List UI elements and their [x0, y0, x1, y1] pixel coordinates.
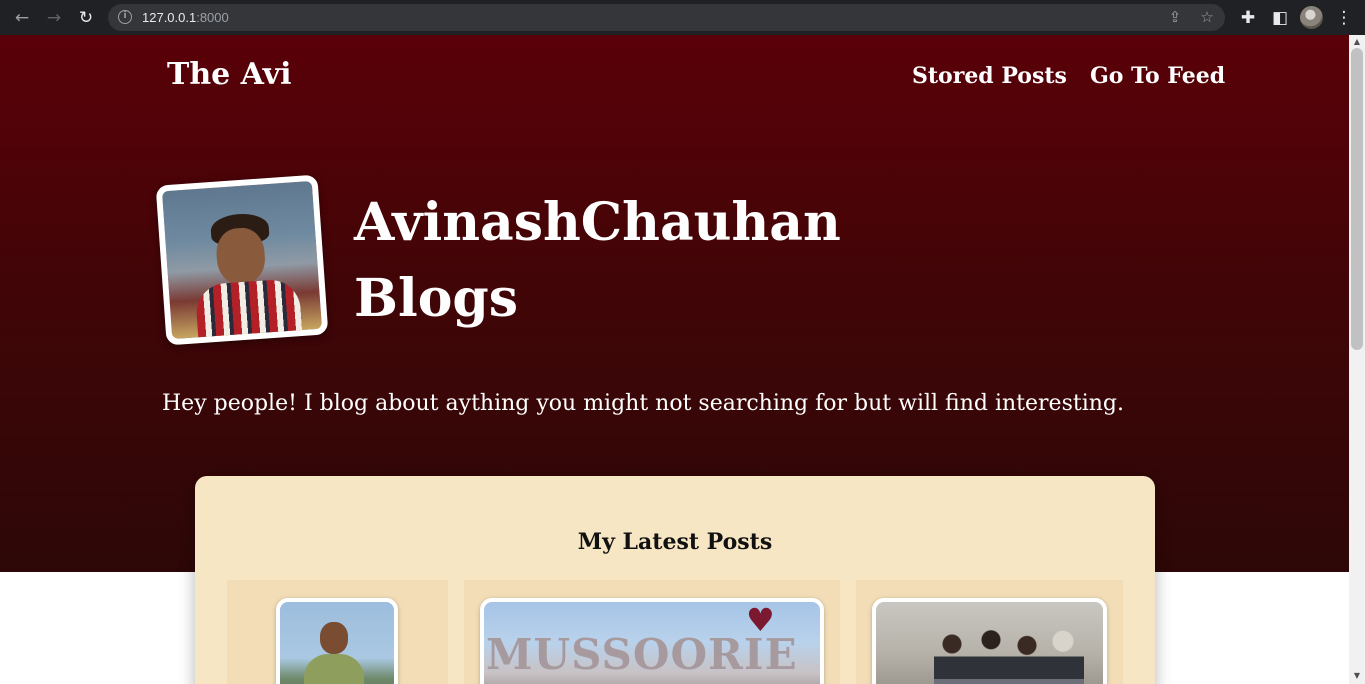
heart-icon: ♥: [746, 601, 775, 639]
profile-avatar[interactable]: [1300, 6, 1323, 29]
profile-photo: [155, 174, 329, 346]
post-card[interactable]: [856, 580, 1123, 684]
address-url[interactable]: 127.0.0.1:8000: [142, 10, 229, 25]
star-icon[interactable]: ☆: [1197, 7, 1217, 27]
post-thumbnail[interactable]: MUSSOORIE ♥: [480, 598, 824, 684]
browser-toolbar: ← → ↻ i 127.0.0.1:8000 ⇪ ☆ ✚ ◧ ⋮: [0, 0, 1365, 35]
post-thumbnail[interactable]: [276, 598, 398, 684]
tagline: Hey people! I blog about aything you mig…: [162, 391, 1124, 416]
arrow-left-icon[interactable]: ←: [11, 7, 33, 29]
arrow-right-icon[interactable]: →: [43, 7, 65, 29]
site-brand[interactable]: The Avi: [167, 57, 292, 92]
url-host: 127.0.0.1: [142, 10, 197, 25]
share-icon[interactable]: ⇪: [1165, 7, 1185, 27]
latest-posts-heading: My Latest Posts: [577, 529, 773, 555]
title-line-1: AvinashChauhan: [354, 192, 841, 253]
title-line-2: Blogs: [354, 268, 519, 329]
address-bar[interactable]: i 127.0.0.1:8000 ⇪ ☆: [108, 4, 1225, 31]
post-card[interactable]: [227, 580, 448, 684]
post-thumbnail[interactable]: [872, 598, 1107, 684]
side-panel-icon[interactable]: ◧: [1269, 7, 1291, 29]
scroll-down-icon[interactable]: ▼: [1351, 671, 1363, 681]
post-card[interactable]: MUSSOORIE ♥: [464, 580, 840, 684]
scroll-up-icon[interactable]: ▲: [1351, 37, 1363, 47]
reload-icon[interactable]: ↻: [75, 7, 97, 29]
nav-go-to-feed[interactable]: Go To Feed: [1090, 63, 1225, 89]
nav-stored-posts[interactable]: Stored Posts: [912, 63, 1067, 89]
page-title: AvinashChauhan Blogs: [354, 185, 841, 337]
latest-posts-card: My Latest Posts MUSSOORIE ♥: [195, 476, 1155, 684]
kebab-menu-icon[interactable]: ⋮: [1333, 7, 1355, 29]
puzzle-icon[interactable]: ✚: [1237, 7, 1259, 29]
url-port: :8000: [196, 10, 229, 25]
info-icon[interactable]: i: [118, 10, 132, 24]
scrollbar-thumb[interactable]: [1351, 48, 1363, 350]
